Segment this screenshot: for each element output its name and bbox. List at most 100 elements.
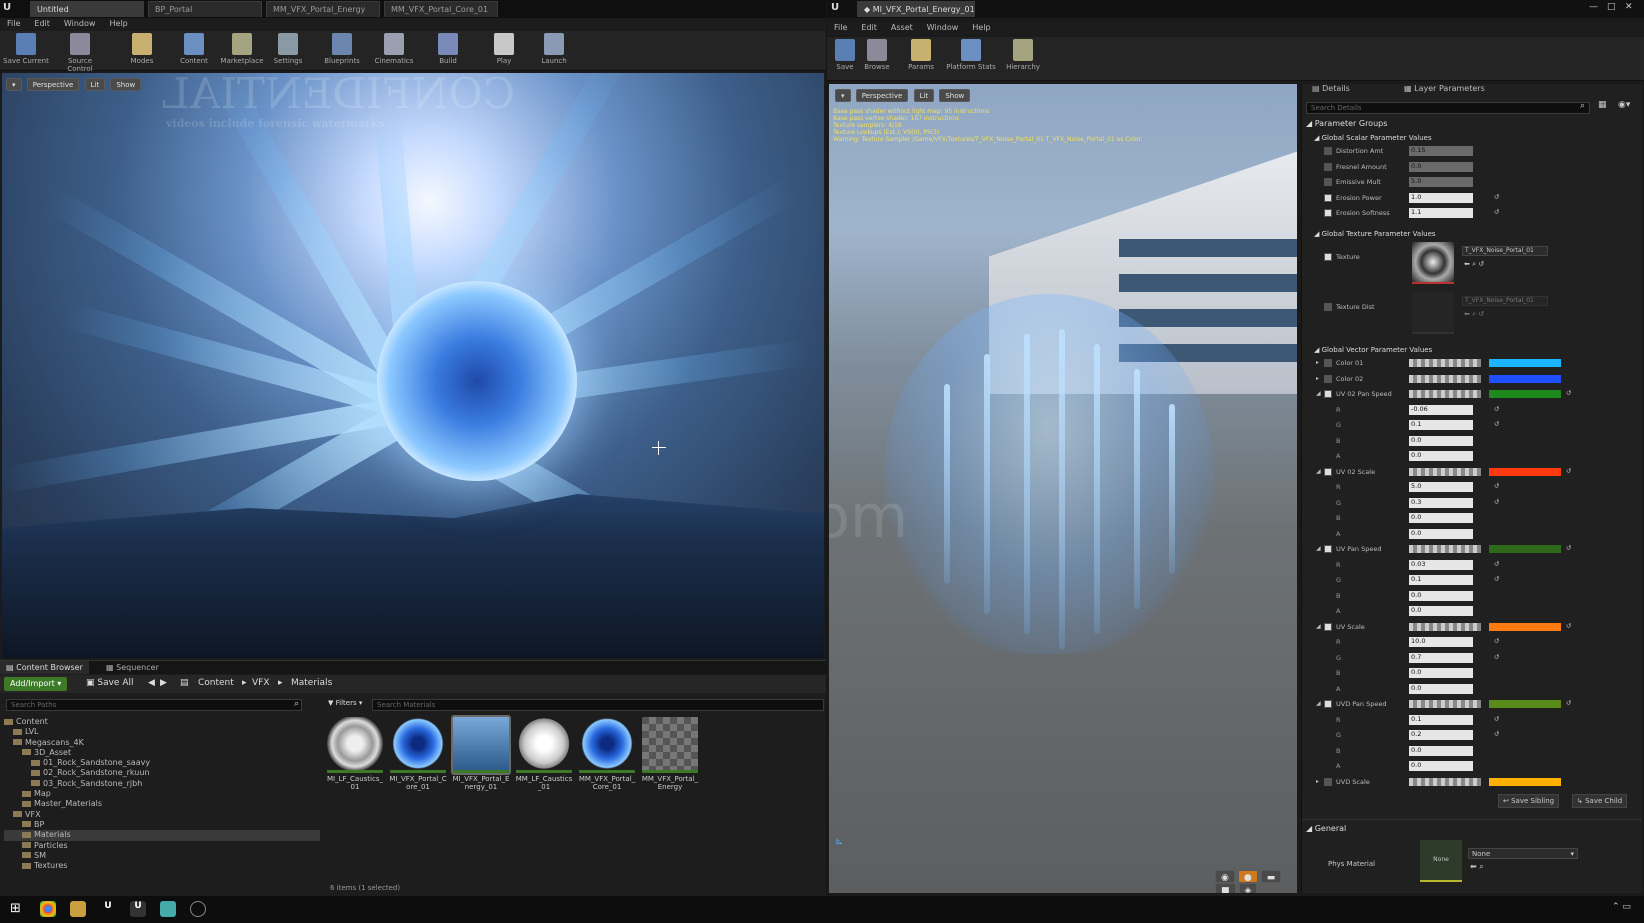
- tree-item[interactable]: 03_Rock_Sandstone_rjbh: [4, 779, 320, 789]
- breadcrumb-content[interactable]: Content: [198, 678, 234, 688]
- history-back-button[interactable]: ◀: [148, 678, 155, 688]
- tree-item[interactable]: Particles: [4, 841, 320, 851]
- channel-value-input[interactable]: 0.3: [1409, 497, 1473, 508]
- save-sibling-button[interactable]: ↩ Save Sibling: [1498, 794, 1560, 808]
- channel-value-input[interactable]: 0.0: [1409, 451, 1473, 461]
- viewport-options-button[interactable]: ▾: [6, 78, 22, 91]
- channel-value-input[interactable]: -0.06: [1409, 404, 1473, 415]
- chrome-icon[interactable]: [40, 901, 56, 917]
- asset-tile[interactable]: MM_LF_Caustics_01: [515, 717, 573, 791]
- editor-tab[interactable]: MM_VFX_Portal_Core_01: [384, 1, 498, 17]
- toolbar-button[interactable]: Content: [170, 33, 218, 69]
- menu-item[interactable]: Window: [57, 18, 103, 29]
- channel-value-input[interactable]: 0.0: [1409, 606, 1473, 616]
- viewport-options-button[interactable]: ▾: [835, 89, 851, 102]
- toolbar-button[interactable]: Platform Stats: [943, 39, 999, 75]
- tree-item[interactable]: Materials: [4, 830, 320, 841]
- channel-value-input[interactable]: 0.0: [1409, 528, 1473, 539]
- general-header[interactable]: ◢ General: [1306, 824, 1346, 833]
- app-icon[interactable]: [160, 901, 176, 917]
- texture-asset-dropdown[interactable]: T_VFX_Noise_Portal_01: [1462, 246, 1548, 256]
- enable-checkbox[interactable]: [1324, 390, 1332, 398]
- parameter-groups-header[interactable]: ◢ Parameter Groups: [1306, 119, 1387, 128]
- channel-value-input[interactable]: 0.0: [1409, 668, 1473, 678]
- toolbar-button[interactable]: Launch: [530, 33, 578, 69]
- tree-item[interactable]: Master_Materials: [4, 799, 320, 809]
- channel-value-input[interactable]: 0.1: [1409, 714, 1473, 725]
- cube-preview-button[interactable]: ■: [1215, 883, 1236, 893]
- enable-checkbox[interactable]: [1324, 178, 1332, 186]
- asset-tile[interactable]: MI_VFX_Portal_Energy_01: [451, 715, 511, 791]
- channel-value-input[interactable]: 0.0: [1409, 590, 1473, 601]
- color-swatch[interactable]: [1489, 700, 1561, 708]
- close-button[interactable]: ✕: [1625, 2, 1633, 12]
- app-icon[interactable]: [190, 901, 206, 917]
- tree-item[interactable]: LVL: [4, 727, 320, 737]
- tray-chevron-icon[interactable]: ⌃ ▭: [1612, 902, 1631, 912]
- add-import-button[interactable]: Add/Import ▾: [4, 677, 68, 691]
- asset-tile[interactable]: MM_VFX_Portal_Core_01: [578, 717, 636, 791]
- tree-item[interactable]: BP: [4, 820, 320, 830]
- color-swatch[interactable]: [1489, 622, 1561, 631]
- toolbar-button[interactable]: Play: [480, 33, 528, 69]
- toolbar-button[interactable]: Source Control: [56, 33, 104, 73]
- menu-item[interactable]: Help: [965, 22, 997, 33]
- phys-material-dropdown[interactable]: None ▾: [1468, 848, 1578, 859]
- view-options-icon[interactable]: ▦: [1598, 100, 1607, 110]
- menu-item[interactable]: Help: [102, 18, 134, 29]
- enable-checkbox[interactable]: [1324, 209, 1332, 217]
- show-button[interactable]: Show: [110, 78, 142, 91]
- enable-checkbox[interactable]: [1324, 467, 1332, 476]
- tab-details[interactable]: ▤ Details: [1306, 82, 1356, 96]
- maximize-button[interactable]: □: [1607, 2, 1616, 12]
- asset-tile[interactable]: MI_LF_Caustics_01: [326, 717, 384, 791]
- vector-params-header[interactable]: ◢ Global Vector Parameter Values: [1314, 346, 1432, 354]
- unreal-engine-active-icon[interactable]: U: [130, 901, 146, 917]
- param-value-input[interactable]: 0.0: [1409, 161, 1473, 172]
- tree-item[interactable]: Megascans_4K: [4, 738, 320, 748]
- color-swatch[interactable]: [1489, 359, 1561, 367]
- channel-value-input[interactable]: 0.0: [1409, 683, 1473, 694]
- toolbar-button[interactable]: Build: [424, 33, 472, 69]
- enable-checkbox[interactable]: [1324, 253, 1332, 261]
- channel-value-input[interactable]: 0.1: [1409, 420, 1473, 430]
- toolbar-button[interactable]: Cinematics: [370, 33, 418, 69]
- menu-item[interactable]: Edit: [27, 18, 57, 29]
- perspective-button[interactable]: Perspective: [855, 89, 909, 102]
- enable-checkbox[interactable]: [1324, 700, 1332, 708]
- channel-value-input[interactable]: 0.03: [1409, 559, 1473, 570]
- color-swatch[interactable]: [1489, 390, 1561, 398]
- texture-params-header[interactable]: ◢ Global Texture Parameter Values: [1314, 230, 1436, 238]
- channel-value-input[interactable]: 0.7: [1409, 652, 1473, 663]
- editor-tab[interactable]: Untitled: [30, 1, 144, 17]
- save-all-button[interactable]: ▣ Save All: [86, 678, 134, 688]
- enable-checkbox[interactable]: [1324, 303, 1332, 311]
- channel-value-input[interactable]: 0.1: [1409, 575, 1473, 585]
- menu-item[interactable]: File: [827, 22, 854, 33]
- texture-asset-dropdown[interactable]: T_VFX_Noise_Portal_01: [1462, 296, 1548, 306]
- editor-tab[interactable]: BP_Portal: [148, 1, 262, 17]
- use-selected-arrow-icon[interactable]: ⬅ ⌕: [1470, 862, 1484, 872]
- sphere-preview-button[interactable]: ●: [1237, 870, 1258, 883]
- search-materials-input[interactable]: Search Materials: [372, 699, 824, 711]
- breadcrumb-materials[interactable]: Materials: [291, 678, 332, 688]
- enable-checkbox[interactable]: [1324, 374, 1332, 383]
- toolbar-button[interactable]: Browse: [855, 39, 899, 75]
- lit-button[interactable]: Lit: [913, 89, 935, 102]
- tree-item[interactable]: VFX: [4, 810, 320, 820]
- eye-icon[interactable]: ◉▾: [1618, 100, 1630, 110]
- filters-button[interactable]: ▼ Filters ▾: [328, 699, 362, 707]
- search-details-input[interactable]: Search Details: [1306, 102, 1590, 114]
- param-value-input[interactable]: 1.1: [1409, 208, 1473, 218]
- param-value-input[interactable]: 1.0: [1409, 192, 1473, 203]
- windows-start-icon[interactable]: ⊞: [10, 901, 26, 917]
- plane-preview-button[interactable]: ▬: [1260, 870, 1282, 883]
- enable-checkbox[interactable]: [1324, 193, 1332, 202]
- file-explorer-icon[interactable]: [70, 901, 86, 917]
- toolbar-button[interactable]: Marketplace: [218, 33, 266, 69]
- enable-checkbox[interactable]: [1324, 147, 1332, 155]
- texture-thumbnail[interactable]: [1412, 292, 1454, 334]
- tab-layer-parameters[interactable]: ▦ Layer Parameters: [1398, 82, 1491, 96]
- preview-viewport[interactable]: Base pass shader without light map: 95 i…: [829, 84, 1297, 893]
- perspective-button[interactable]: Perspective: [26, 78, 80, 91]
